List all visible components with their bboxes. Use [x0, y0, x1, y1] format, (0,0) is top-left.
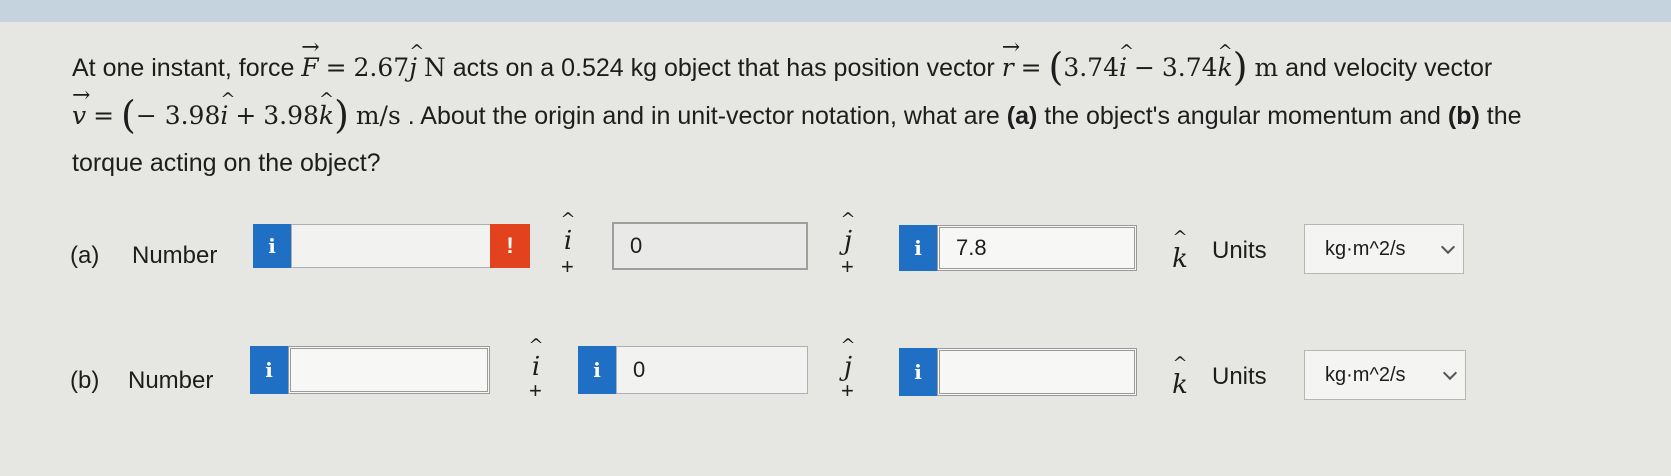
plus-sign: + — [841, 378, 854, 403]
info-icon[interactable]: i — [578, 346, 616, 394]
i-hat-symbol: ^ i — [560, 209, 576, 257]
part-a-number-label: Number — [132, 242, 218, 269]
part-b-number-label: Number — [128, 367, 214, 394]
velocity-symbol: v — [72, 72, 86, 139]
part-b-tag: (b) — [70, 367, 100, 394]
part-b-j-input[interactable]: 0 — [616, 346, 808, 394]
part-a-units-label: Units — [1212, 237, 1267, 264]
plus-sign: + — [561, 254, 574, 279]
info-icon[interactable]: i — [899, 225, 937, 271]
part-a-tag: (a) — [70, 242, 100, 269]
position-symbol: r — [1002, 24, 1014, 91]
part-b-i-input[interactable] — [288, 346, 490, 394]
chevron-down-icon — [1442, 365, 1458, 381]
info-icon[interactable]: i — [250, 346, 288, 394]
part-a-k-input[interactable]: 7.8 — [937, 225, 1137, 271]
plus-sign: + — [841, 254, 854, 279]
part-b-units-label: Units — [1212, 363, 1267, 390]
j-hat-symbol: ^ j — [840, 335, 856, 383]
i-hat-symbol: ^ i — [528, 335, 544, 383]
k-hat-symbol: ^ k — [1172, 227, 1188, 275]
chevron-down-icon — [1440, 239, 1456, 255]
part-a-units-select[interactable]: kg·m^2/s — [1304, 224, 1464, 274]
part-b-units-select[interactable]: kg·m^2/s — [1304, 350, 1466, 400]
j-hat-symbol: ^ j — [840, 209, 856, 257]
info-icon[interactable]: i — [899, 348, 937, 396]
question-text: At one instant, force F = 2.67j N acts o… — [72, 24, 1632, 187]
plus-sign: + — [529, 378, 542, 403]
force-symbol: F — [301, 24, 319, 91]
info-icon[interactable]: i — [253, 224, 291, 268]
k-hat-symbol: ^ k — [1172, 353, 1188, 401]
warning-icon[interactable]: ! — [490, 224, 530, 268]
top-bar — [0, 0, 1671, 22]
part-a-i-input[interactable] — [291, 224, 491, 268]
part-b-k-input[interactable] — [937, 348, 1137, 396]
part-a-j-input[interactable]: 0 — [612, 222, 808, 270]
